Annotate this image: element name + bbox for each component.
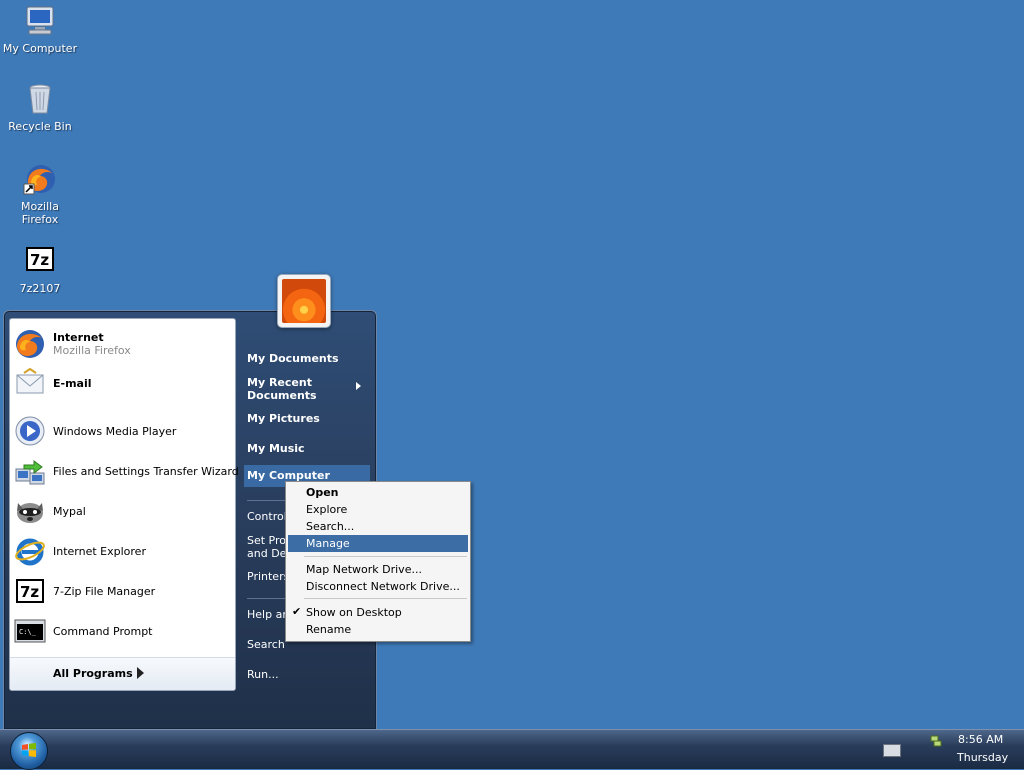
context-menu: Open Explore Search... Manage Map Networ… xyxy=(285,481,471,642)
start-right-help[interactable]: Help ar xyxy=(247,608,287,621)
context-menu-label: Disconnect Network Drive... xyxy=(306,580,460,593)
pinned-item-internet[interactable]: Internet Mozilla Firefox xyxy=(14,326,230,362)
recent-item-7zip[interactable]: 7z 7-Zip File Manager xyxy=(14,573,230,609)
all-programs-label: All Programs xyxy=(53,667,133,680)
transfer-wizard-icon xyxy=(14,455,46,487)
recent-item-label: Windows Media Player xyxy=(53,424,177,438)
recent-item-mypal[interactable]: Mypal xyxy=(14,493,230,529)
arrow-right-icon xyxy=(137,667,144,679)
recent-item-transfer-wizard[interactable]: Files and Settings Transfer Wizard xyxy=(14,453,239,489)
context-menu-search[interactable]: Search... xyxy=(288,518,468,535)
clock-day[interactable]: Thursday xyxy=(957,751,1008,764)
recent-item-media-player[interactable]: Windows Media Player xyxy=(14,413,230,449)
desktop-icon-label: Recycle Bin xyxy=(8,120,72,133)
desktop-icon-label: My Computer xyxy=(2,42,78,55)
firefox-icon xyxy=(14,328,46,360)
desktop-icon-label: 7z2107 xyxy=(19,282,61,295)
internet-explorer-icon xyxy=(14,535,46,567)
context-menu-label: Map Network Drive... xyxy=(306,563,422,576)
taskbar: 8:56 AM Thursday xyxy=(0,729,1024,770)
context-menu-map-network-drive[interactable]: Map Network Drive... xyxy=(288,561,468,578)
context-menu-label: Manage xyxy=(306,537,350,550)
svg-text:7z: 7z xyxy=(30,251,49,269)
recent-item-label: Files and Settings Transfer Wizard xyxy=(53,464,239,478)
context-menu-separator xyxy=(304,556,467,557)
recent-item-label: Internet Explorer xyxy=(53,544,146,558)
start-right-my-documents[interactable]: My Documents xyxy=(247,352,339,365)
pinned-item-email[interactable]: E-mail xyxy=(14,365,230,401)
recent-item-command-prompt[interactable]: C:\_ Command Prompt xyxy=(14,613,230,649)
start-button[interactable] xyxy=(10,732,48,770)
7zip-icon: 7z xyxy=(14,575,46,607)
start-right-my-recent-documents[interactable]: My Recent Documents xyxy=(247,376,317,402)
computer-icon xyxy=(23,4,57,38)
context-menu-explore[interactable]: Explore xyxy=(288,501,468,518)
desktop-icon-7zip[interactable]: 7z 7z2107 xyxy=(2,244,78,295)
mypal-icon xyxy=(14,495,46,527)
recycle-bin-icon xyxy=(23,82,57,116)
pinned-item-title: E-mail xyxy=(53,376,92,390)
context-menu-label: Show on Desktop xyxy=(306,606,402,619)
flower-icon xyxy=(282,279,326,323)
recent-item-label: 7-Zip File Manager xyxy=(53,584,156,598)
network-icon[interactable] xyxy=(929,734,943,748)
context-menu-label: Search... xyxy=(306,520,355,533)
firefox-icon xyxy=(23,162,57,196)
svg-text:C:\_: C:\_ xyxy=(19,628,37,636)
checkmark-icon: ✔ xyxy=(292,605,302,618)
context-menu-separator xyxy=(304,598,467,599)
keyboard-icon[interactable] xyxy=(883,744,901,757)
user-picture[interactable] xyxy=(277,274,331,328)
7zip-icon: 7z xyxy=(23,244,57,278)
media-player-icon xyxy=(14,415,46,447)
recent-item-internet-explorer[interactable]: Internet Explorer xyxy=(14,533,230,569)
desktop-icon-firefox[interactable]: Mozilla Firefox xyxy=(2,162,78,226)
context-menu-label: Rename xyxy=(306,623,352,636)
context-menu-label: Open xyxy=(306,486,339,499)
start-right-search[interactable]: Search xyxy=(247,638,285,651)
desktop-icon-recycle-bin[interactable]: Recycle Bin xyxy=(2,82,78,133)
desktop-icon-label: Mozilla Firefox xyxy=(21,200,59,226)
start-right-label-line1: My Recent xyxy=(247,376,312,389)
start-right-label-line2: Documents xyxy=(247,389,317,402)
context-menu-open[interactable]: Open xyxy=(288,484,468,501)
clock-time[interactable]: 8:56 AM xyxy=(958,733,1003,746)
desktop-icon-my-computer[interactable]: My Computer xyxy=(2,4,78,55)
start-right-my-music[interactable]: My Music xyxy=(247,442,305,455)
start-menu-left-pane: Internet Mozilla Firefox E-mail Windows … xyxy=(9,318,239,691)
command-prompt-icon: C:\_ xyxy=(14,615,46,647)
start-right-run[interactable]: Run... xyxy=(247,668,279,681)
context-menu-label: Explore xyxy=(306,503,348,516)
svg-text:7z: 7z xyxy=(20,583,39,601)
recent-item-label: Mypal xyxy=(53,504,86,518)
start-right-control-panel[interactable]: Control xyxy=(247,510,287,523)
submenu-arrow-icon xyxy=(356,382,361,390)
start-right-my-pictures[interactable]: My Pictures xyxy=(247,412,320,425)
pinned-item-subtitle: Mozilla Firefox xyxy=(53,344,131,357)
start-right-label-line2: and Def xyxy=(247,547,291,560)
context-menu-disconnect-network-drive[interactable]: Disconnect Network Drive... xyxy=(288,578,468,595)
all-programs-button[interactable]: All Programs xyxy=(10,657,235,690)
recent-item-label: Command Prompt xyxy=(53,624,153,638)
windows-logo-icon xyxy=(22,743,36,757)
start-right-printers[interactable]: Printers xyxy=(247,570,289,583)
context-menu-show-on-desktop[interactable]: ✔ Show on Desktop xyxy=(288,604,468,621)
context-menu-rename[interactable]: Rename xyxy=(288,621,468,638)
email-icon xyxy=(14,367,46,399)
pinned-item-title: Internet xyxy=(53,331,104,344)
context-menu-manage[interactable]: Manage xyxy=(288,535,468,552)
